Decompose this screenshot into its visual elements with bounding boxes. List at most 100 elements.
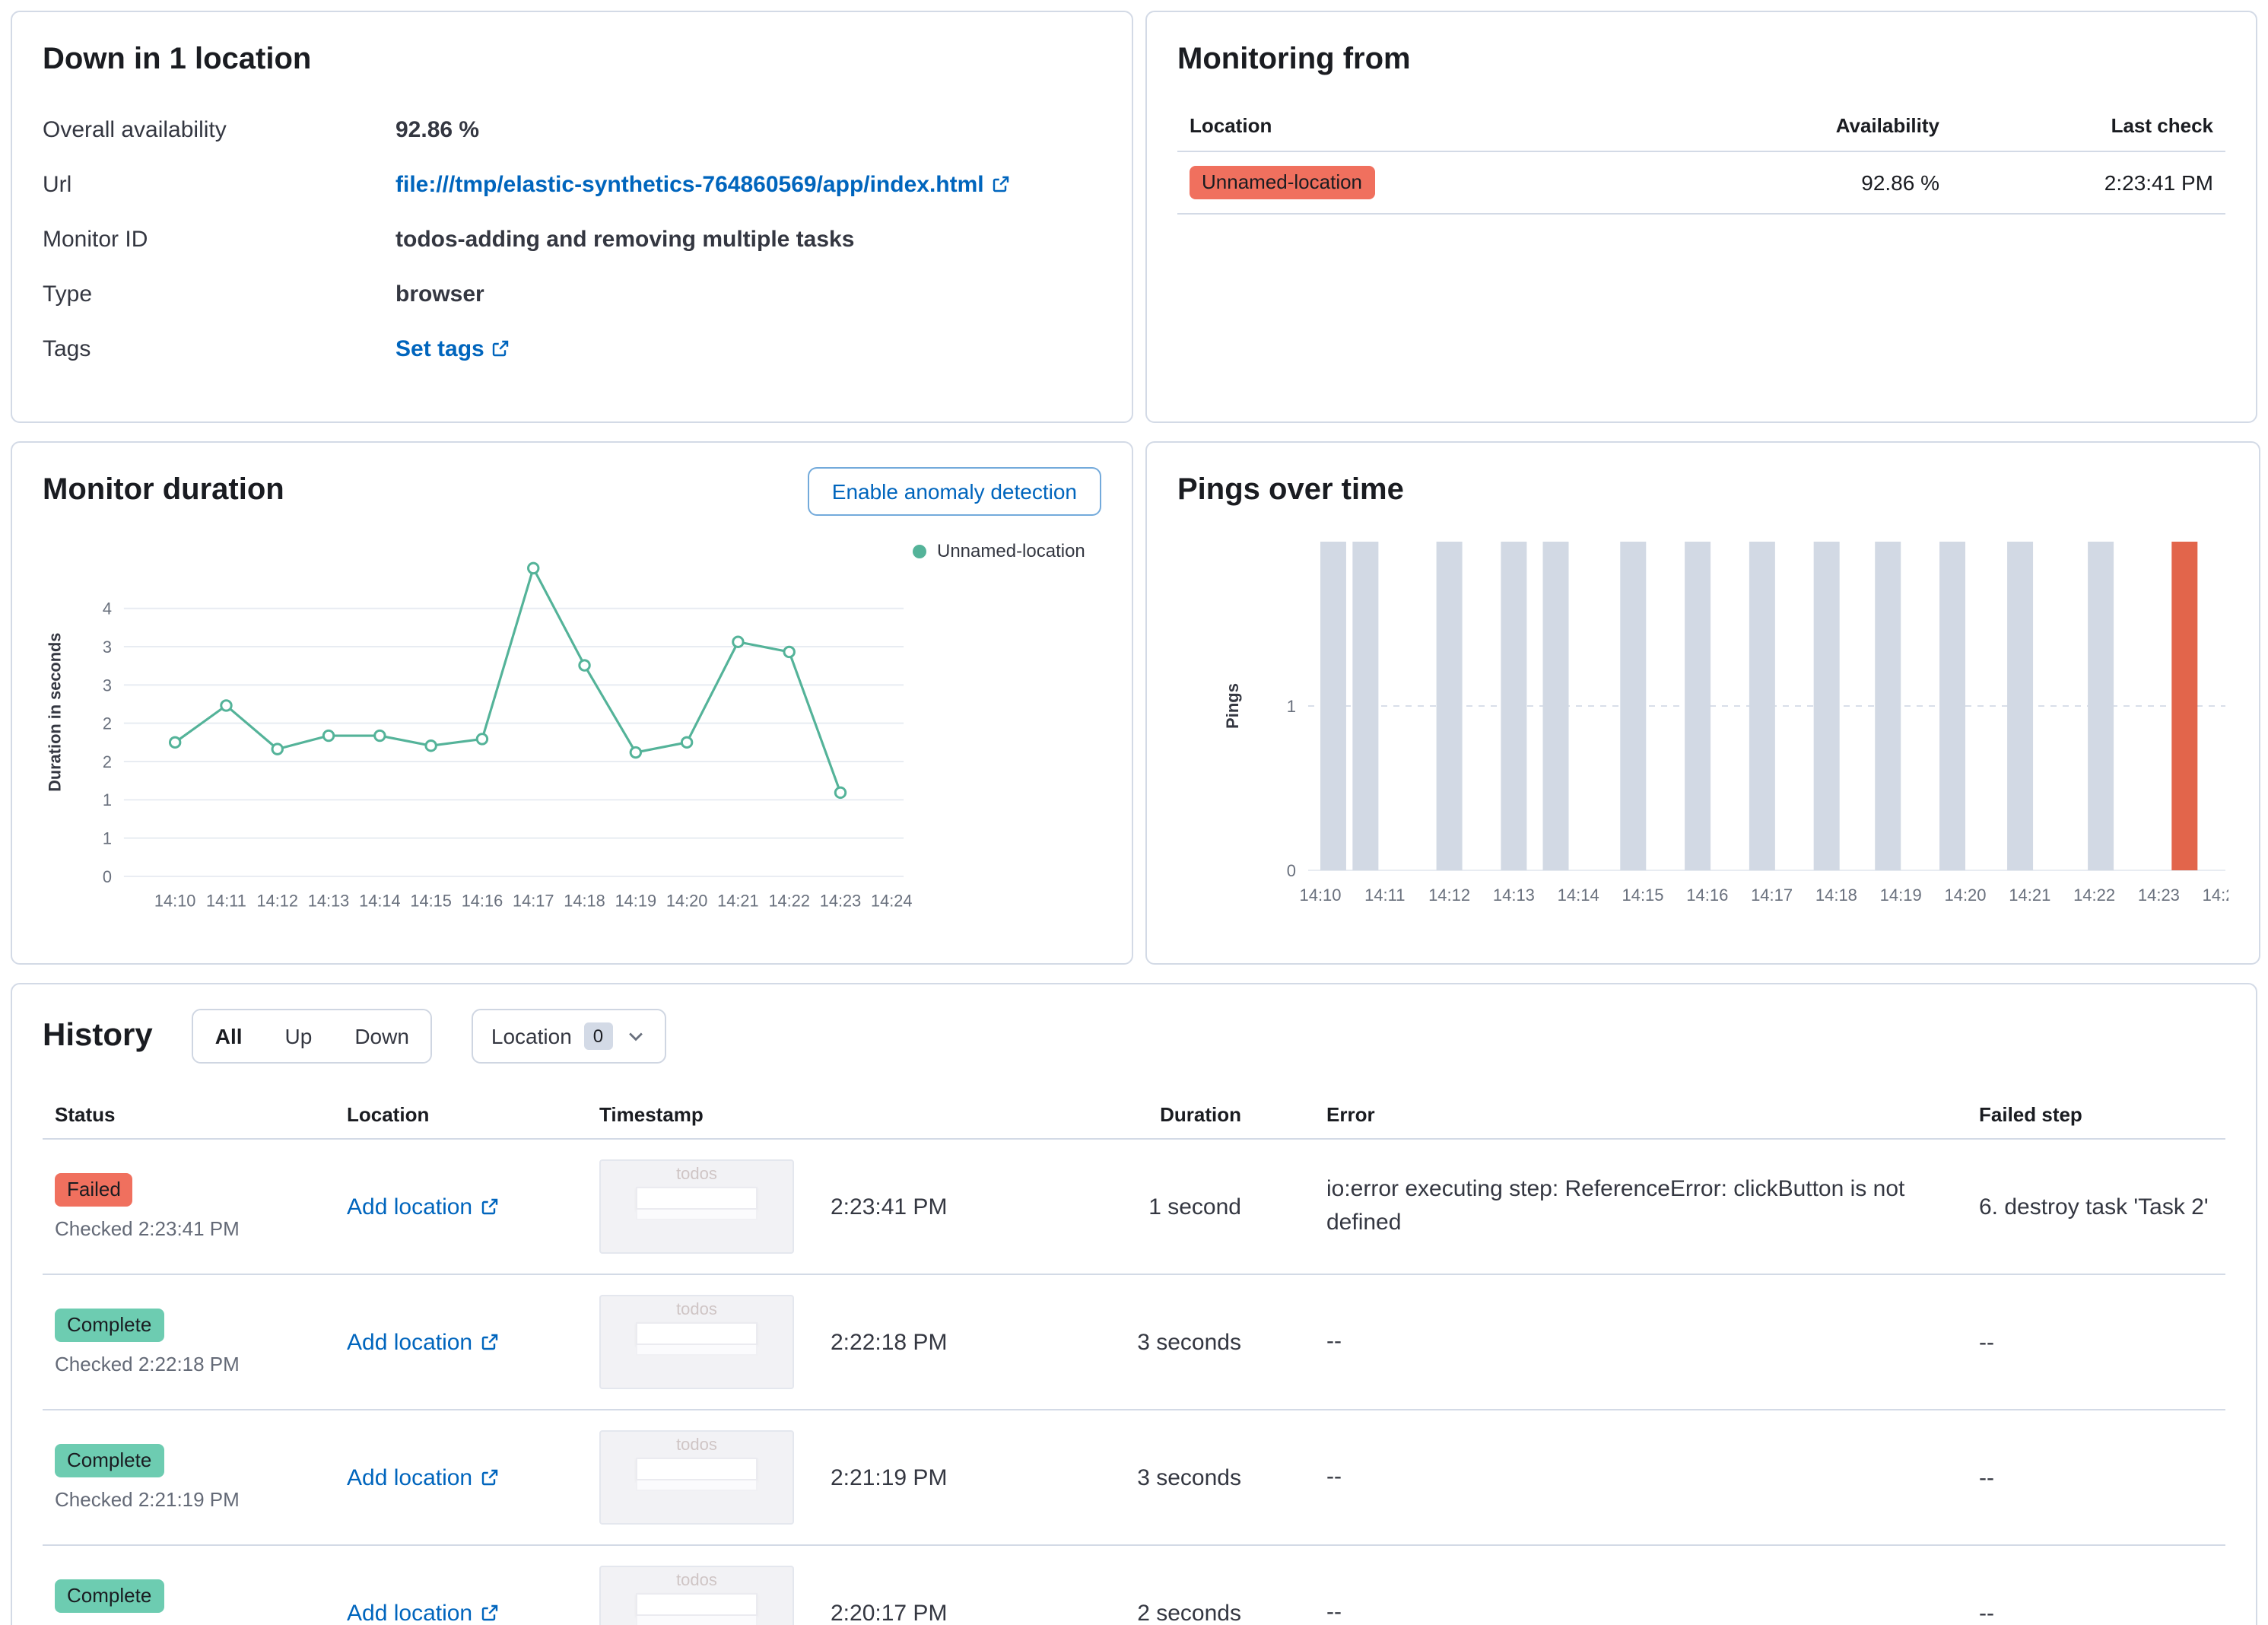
chart-legend: Unnamed-location [913, 528, 1101, 927]
status-cell: Failed Checked 2:23:41 PM [43, 1173, 335, 1240]
pings-chart: 1 014:10 14:11 14:12 14:13 14:14 14:15 14:16 14:… [1223, 542, 2228, 905]
svg-text:14:13: 14:13 [1493, 886, 1535, 905]
external-link-icon [993, 176, 1009, 192]
location-filter-button[interactable]: Location 0 [471, 1009, 666, 1064]
svg-text:14:11: 14:11 [1364, 886, 1405, 905]
availability-label: Overall availability [43, 117, 227, 143]
status-badge: Complete [55, 1444, 164, 1477]
status-filter-group: All Up Down [192, 1009, 432, 1064]
monitor-summary-panel: Down in 1 location Overall availability … [11, 11, 1133, 423]
svg-text:14:17: 14:17 [1751, 886, 1793, 905]
svg-text:14:22: 14:22 [768, 892, 809, 911]
monitoring-table-row: Unnamed-location 92.86 % 2:23:41 PM [1177, 152, 2225, 215]
svg-text:14:21: 14:21 [717, 892, 758, 911]
svg-text:0: 0 [103, 867, 112, 886]
svg-text:14:11: 14:11 [206, 892, 246, 911]
svg-text:2: 2 [103, 752, 112, 771]
step-screenshot-thumbnail[interactable]: todos [599, 1430, 794, 1525]
step-screenshot-thumbnail[interactable]: todos [599, 1295, 794, 1389]
thumb-list-bar [636, 1210, 758, 1220]
set-tags-link[interactable]: Set tags [395, 336, 510, 362]
availability-value: 92.86 % [395, 117, 480, 143]
svg-text:14:10: 14:10 [1299, 886, 1341, 905]
monitoring-table: Location Availability Last check Unnamed… [1177, 105, 2225, 215]
error-message: -- [1326, 1328, 1342, 1354]
timestamp-cell: todos 2:23:41 PM [587, 1141, 1107, 1272]
enable-anomaly-detection-button[interactable]: Enable anomaly detection [807, 467, 1101, 516]
svg-text:14:17: 14:17 [513, 892, 554, 911]
legend-item[interactable]: Unnamed-location [913, 540, 1101, 561]
add-location-link[interactable]: Add location [347, 1194, 498, 1220]
filter-tab-down[interactable]: Down [333, 1010, 430, 1062]
row-availability: 92.86 % [1861, 170, 1939, 195]
status-badge: Complete [55, 1579, 164, 1613]
table-row: Complete Checked 2:21:19 PM Add location… [43, 1410, 2225, 1546]
add-location-link[interactable]: Add location [347, 1464, 498, 1490]
external-link-icon [493, 340, 509, 357]
row-last-check: 2:23:41 PM [2104, 170, 2213, 195]
svg-text:14:24: 14:24 [2203, 886, 2228, 905]
error-message: -- [1326, 1598, 1342, 1625]
type-value: browser [395, 281, 484, 307]
uptime-monitor-page: Down in 1 location Overall availability … [0, 0, 2268, 1625]
step-screenshot-thumbnail[interactable]: todos [599, 1566, 794, 1625]
svg-text:14:23: 14:23 [820, 892, 861, 911]
timestamp-cell: todos 2:20:17 PM [587, 1547, 1107, 1625]
svg-text:3: 3 [103, 676, 112, 695]
duration-column-header: Duration [1160, 1103, 1241, 1126]
duration: 1 second [1148, 1194, 1241, 1220]
failed-step: -- [1979, 1464, 1994, 1490]
timestamp-cell: todos 2:22:18 PM [587, 1277, 1107, 1407]
location-cell: Add location [335, 1194, 587, 1220]
type-label: Type [43, 281, 93, 307]
filter-tab-up[interactable]: Up [263, 1010, 334, 1062]
step-screenshot-thumbnail[interactable]: todos [599, 1159, 794, 1254]
pings-over-time-panel: Pings over time 1 0 14:10 14:11 14:12 14:13 14… [1145, 441, 2260, 965]
history-table-header: Status Location Timestamp Duration Error… [43, 1091, 2225, 1140]
location-cell: Add location [335, 1464, 587, 1490]
monitor-id-label: Monitor ID [43, 227, 148, 253]
filter-tab-all[interactable]: All [193, 1010, 264, 1062]
svg-text:14:18: 14:18 [564, 892, 605, 911]
top-row: Down in 1 location Overall availability … [11, 11, 2257, 423]
legend-label: Unnamed-location [937, 540, 1085, 561]
status-column-header: Status [55, 1103, 116, 1126]
tags-label: Tags [43, 336, 91, 362]
history-title: History [43, 1018, 153, 1053]
status-cell: Complete Checked 2:20:17 PM [43, 1579, 335, 1625]
status-badge: Complete [55, 1309, 164, 1342]
thumb-input-bar [636, 1458, 758, 1480]
error-message: io:error executing step: ReferenceError:… [1326, 1175, 1905, 1235]
type-row: Type browser [43, 281, 1101, 307]
timestamp: 2:21:19 PM [831, 1464, 948, 1490]
duration: 2 seconds [1137, 1600, 1241, 1625]
location-filter-label: Location [491, 1024, 572, 1048]
monitor-duration-panel: Monitor duration Enable anomaly detectio… [11, 441, 1133, 965]
svg-text:14:22: 14:22 [2073, 886, 2115, 905]
status-cell: Complete Checked 2:22:18 PM [43, 1309, 335, 1375]
thumb-list-bar [636, 1616, 758, 1625]
monitor-id-value: todos-adding and removing multiple tasks [395, 227, 855, 253]
failed-step: 6. destroy task 'Task 2' [1979, 1194, 2209, 1220]
external-link-icon [481, 1468, 497, 1485]
timestamp: 2:22:18 PM [831, 1329, 948, 1355]
timestamp: 2:20:17 PM [831, 1600, 948, 1625]
history-panel: History All Up Down Location 0 Status Lo… [11, 983, 2257, 1625]
checked-time: Checked 2:22:18 PM [55, 1353, 240, 1375]
svg-text:14:20: 14:20 [666, 892, 707, 911]
svg-text:14:16: 14:16 [1686, 886, 1728, 905]
svg-text:Duration in seconds: Duration in seconds [46, 633, 65, 792]
availability-column-header: Availability [1835, 114, 1939, 137]
monitor-url-link[interactable]: file:///tmp/elastic-synthetics-764860569… [395, 172, 1010, 198]
thumb-input-bar [636, 1322, 758, 1345]
svg-text:1: 1 [1287, 697, 1296, 716]
last-check-column-header: Last check [2111, 114, 2213, 137]
svg-text:14:19: 14:19 [615, 892, 656, 911]
add-location-link[interactable]: Add location [347, 1600, 498, 1625]
monitoring-from-title: Monitoring from [1177, 43, 1411, 76]
add-location-link[interactable]: Add location [347, 1329, 498, 1355]
location-column-header: Location [1190, 114, 1272, 137]
failed-step: -- [1979, 1600, 1994, 1625]
pings-over-time-title: Pings over time [1177, 473, 1404, 507]
monitor-duration-chart: 0 1 1 2 2 3 3 4 14:10 14:11 14:12 14:13 14:14 14:15 14… [46, 561, 913, 911]
